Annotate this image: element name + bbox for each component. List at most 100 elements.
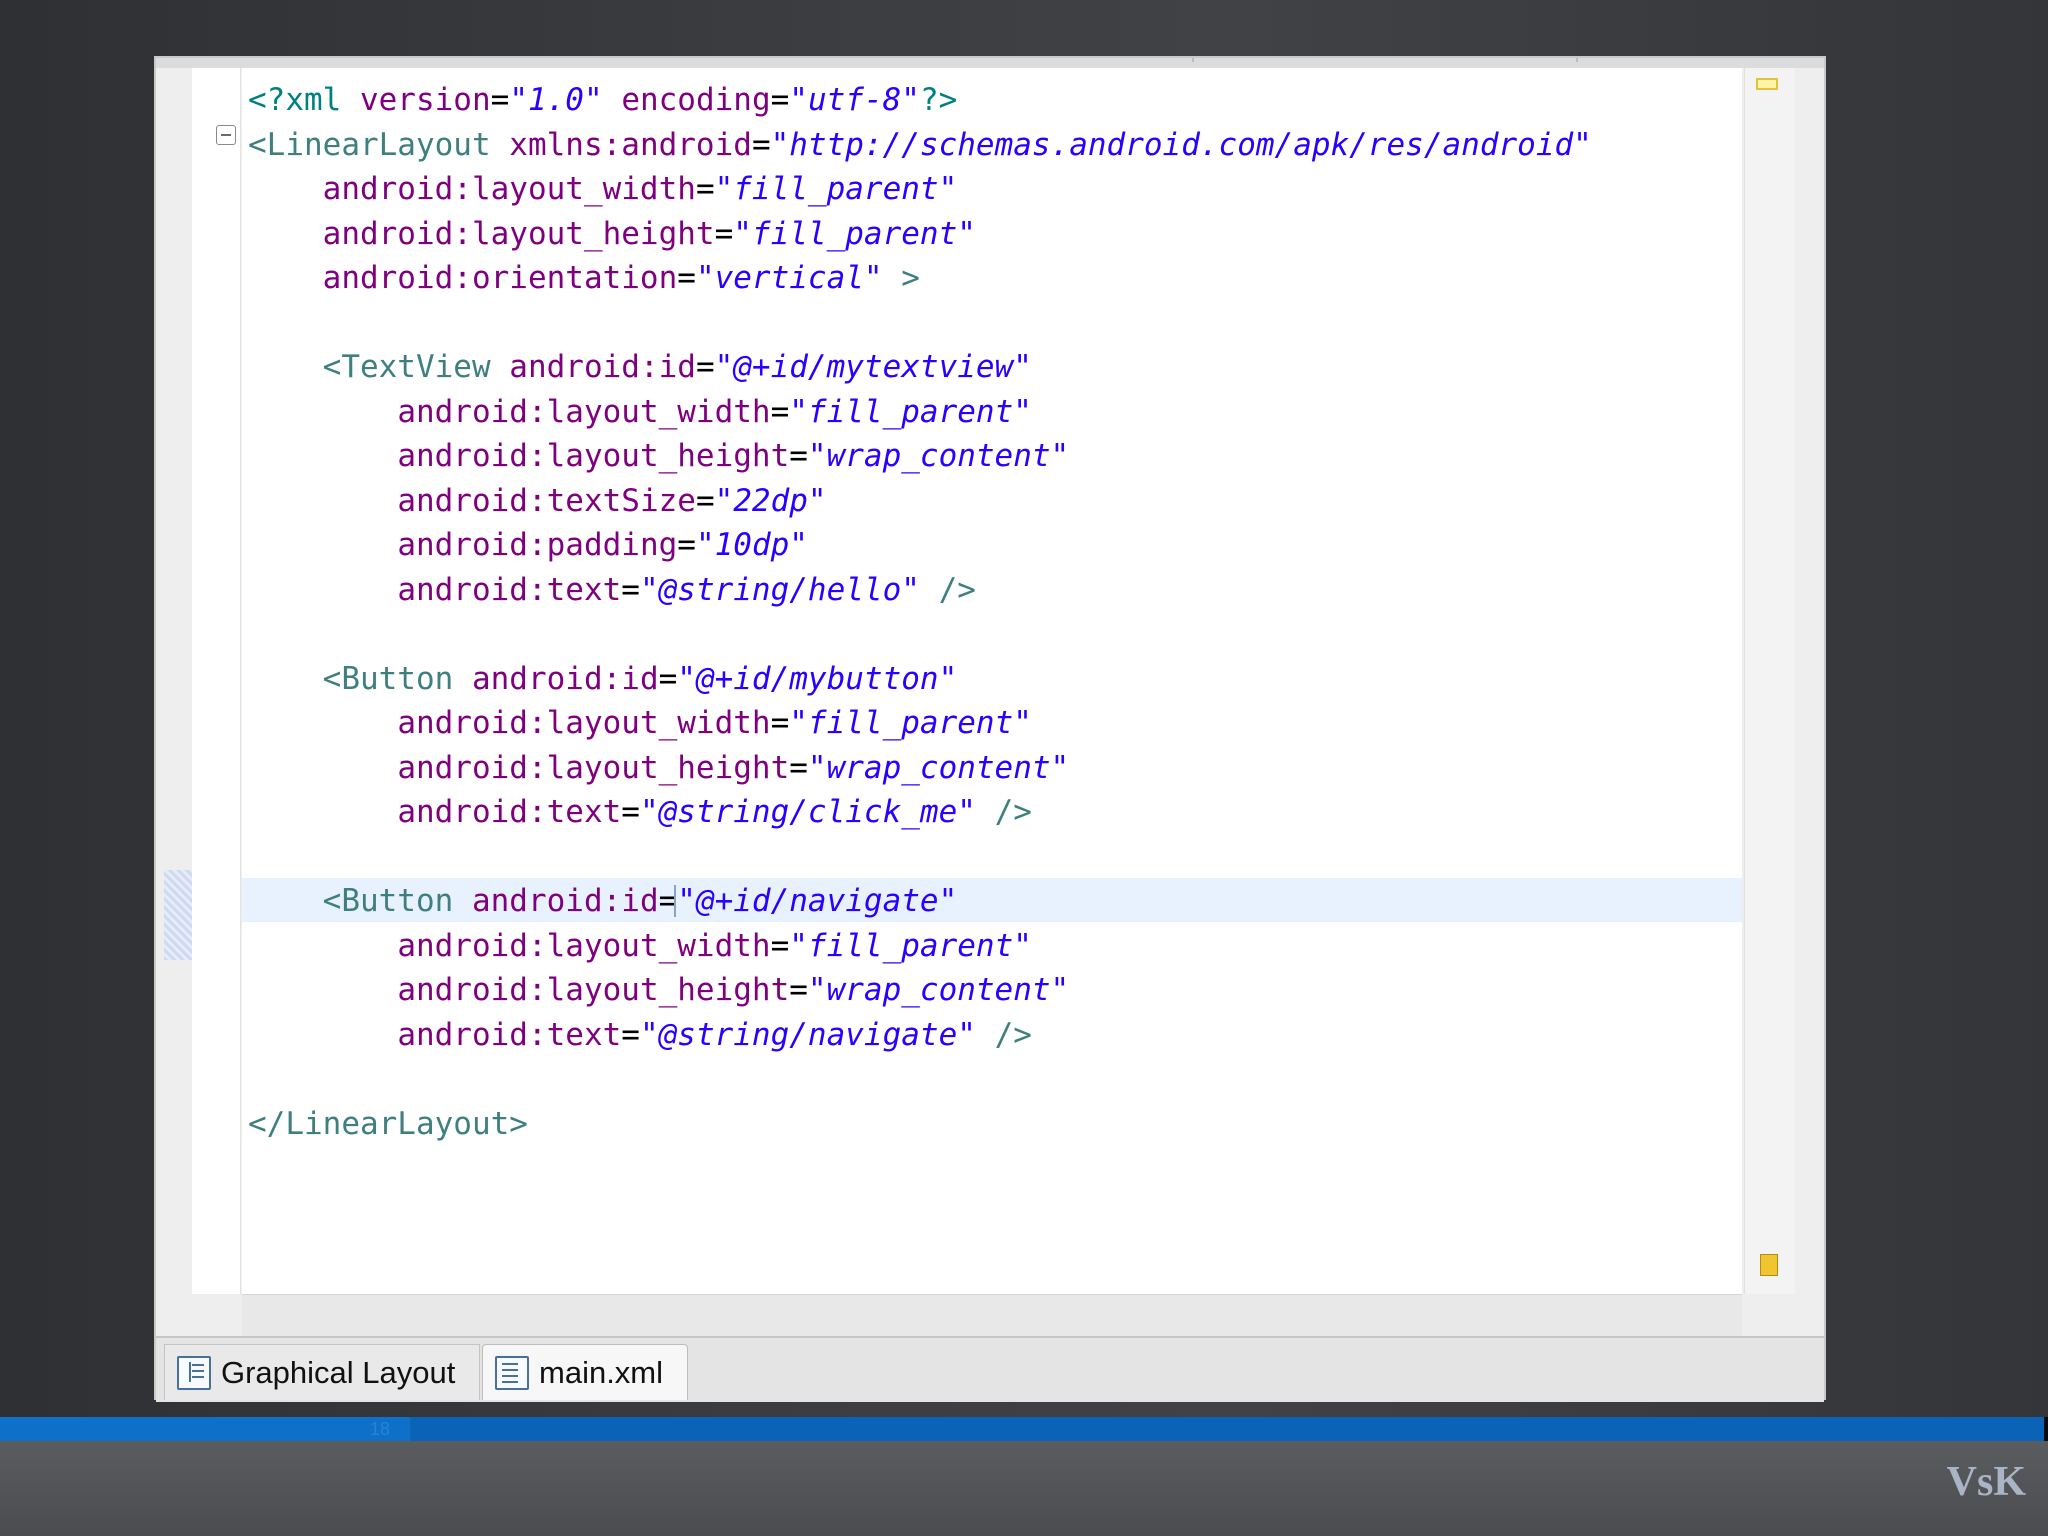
code-token: = (621, 1016, 640, 1053)
code-token: xmlns:android (509, 126, 752, 163)
code-token: "1.0" (509, 82, 603, 118)
code-token: = (751, 126, 771, 163)
code-line: android:text="@string/click_me" /> (248, 790, 1592, 835)
code-line: android:layout_width="fill_parent" (248, 701, 1592, 746)
code-line: android:text="@string/navigate" /> (248, 1013, 1592, 1058)
code-line: <Button android:id="@+id/mybutton" (248, 657, 1592, 702)
code-line: android:layout_width="fill_parent" (248, 167, 1592, 212)
slide-progress-fill (0, 1417, 410, 1441)
code-token: "fill_parent" (733, 215, 976, 252)
xml-file-icon (495, 1355, 529, 1390)
code-token: "@string/click_me" (639, 794, 976, 830)
code-token: /> (919, 571, 976, 608)
code-token: version (359, 82, 491, 118)
brand-logo: VsK (1946, 1459, 2026, 1505)
code-token: "@string/navigate" (639, 1016, 976, 1053)
code-token: </LinearLayout> (248, 1105, 528, 1142)
tab-main-xml-label: main.xml (539, 1354, 664, 1390)
code-line: </LinearLayout> (248, 1102, 1592, 1147)
code-token: = (621, 794, 640, 830)
horizontal-scrollbar[interactable] (242, 1294, 1742, 1339)
code-line: android:textSize="22dp" (248, 479, 1592, 524)
line-gutter[interactable] (192, 68, 241, 1294)
code-token: "http://schemas.android.com/apk/res/andr… (770, 126, 1592, 163)
code-token: "fill_parent" (789, 393, 1032, 430)
code-line: <TextView android:id="@+id/mytextview" (248, 345, 1592, 390)
ruler-tick (1192, 58, 1194, 62)
overview-ruler[interactable] (1744, 68, 1795, 1294)
slide-footer (0, 1440, 2048, 1536)
code-token: android:textSize (397, 482, 696, 519)
slide-page-number: 18 (370, 1419, 391, 1439)
code-token: android:layout_width (397, 393, 771, 430)
code-token: "@+id/mybutton" (677, 660, 958, 697)
code-token: = (789, 438, 808, 474)
tab-graphical-layout[interactable]: Graphical Layout (164, 1344, 480, 1400)
tab-main-xml[interactable]: main.xml (482, 1344, 688, 1400)
code-token: = (695, 482, 715, 519)
code-token: "22dp" (714, 482, 827, 519)
tab-graphical-layout-label: Graphical Layout (221, 1354, 456, 1390)
overview-marker-icon[interactable] (1760, 1254, 1778, 1276)
code-token: = (677, 527, 696, 563)
code-line: android:layout_height="wrap_content" (248, 968, 1592, 1013)
code-token: android:text (397, 794, 622, 830)
code-token: android:layout_height (397, 749, 790, 786)
code-token: <LinearLayout (248, 126, 510, 163)
editor-top-strip (156, 58, 1824, 68)
code-token: /> (975, 1016, 1032, 1053)
code-line: android:text="@string/hello" /> (248, 568, 1592, 613)
code-token: android:layout_height (397, 972, 790, 1008)
code-token: = (621, 571, 640, 608)
code-token: <TextView (322, 349, 510, 385)
code-token: android:layout_width (397, 927, 771, 964)
code-token: ?> (919, 82, 958, 118)
code-token: android:text (397, 571, 622, 608)
code-token: = (770, 705, 790, 741)
code-token: "@+id/navigate" (677, 883, 958, 919)
code-token: = (770, 927, 790, 964)
code-editor[interactable]: <?xml version="1.0" encoding="utf-8"?> <L… (242, 68, 1742, 1294)
code-token: android:layout_width (397, 705, 771, 741)
code-token: = (714, 215, 734, 252)
code-token: = (789, 972, 808, 1008)
code-lines: <?xml version="1.0" encoding="utf-8"?> <L… (248, 78, 1592, 1146)
code-line: android:orientation="vertical" > (248, 256, 1592, 301)
code-token: "fill_parent" (714, 171, 958, 207)
code-token: = (789, 749, 808, 786)
code-line: <?xml version="1.0" encoding="utf-8"?> (248, 78, 1592, 123)
warning-marker-icon[interactable] (1756, 78, 1778, 90)
code-token: "wrap_content" (807, 749, 1070, 786)
fold-collapse-icon[interactable] (216, 125, 236, 145)
code-token: "@string/hello" (639, 571, 920, 608)
code-token: "utf-8" (789, 82, 920, 118)
code-line: <LinearLayout xmlns:android="http://sche… (248, 123, 1592, 168)
code-line: <Button android:id="@+id/navigate" (248, 879, 1592, 924)
code-token: <Button (322, 883, 472, 919)
code-token: "vertical" (695, 260, 883, 296)
code-token: > (882, 260, 920, 296)
code-line: android:padding="10dp" (248, 523, 1592, 568)
code-token: /> (975, 794, 1032, 830)
layout-icon (177, 1355, 211, 1390)
code-token: android:layout_width (322, 171, 696, 207)
code-token: "fill_parent" (789, 705, 1032, 741)
